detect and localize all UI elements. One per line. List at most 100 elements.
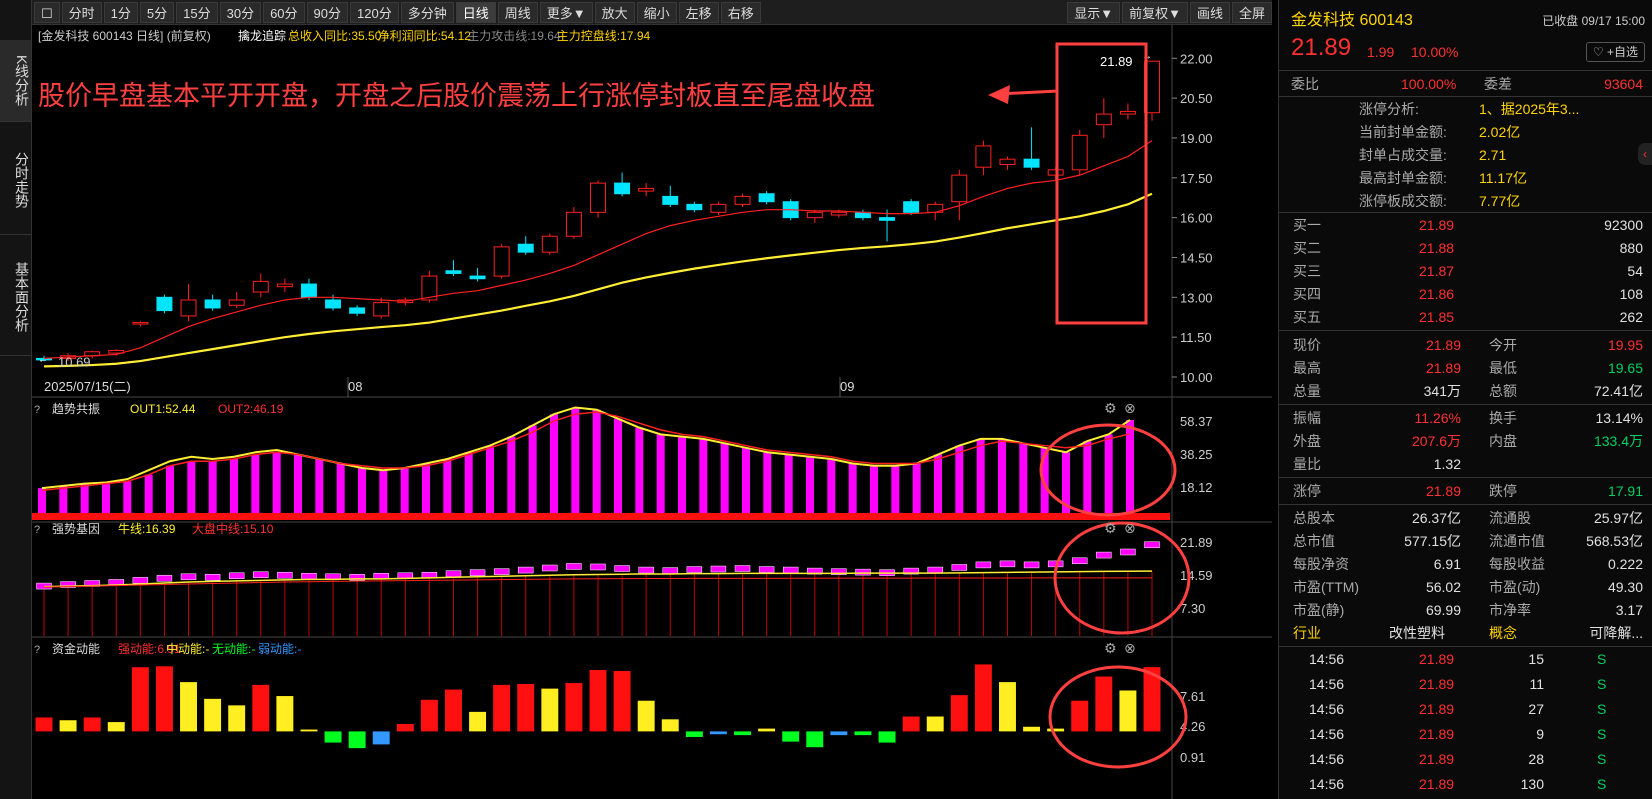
candle-body-27 xyxy=(686,203,703,211)
period-button-1[interactable]: 1分 xyxy=(103,1,138,23)
p3-bar-18 xyxy=(469,711,487,732)
panel3-l3: 无动能:- xyxy=(212,642,255,656)
limit-info-value-0: 1、据2025年3... xyxy=(1479,101,1580,117)
candle-body-25 xyxy=(638,187,655,192)
p2-box-11 xyxy=(301,573,317,580)
period-button-10[interactable]: 周线 xyxy=(497,1,538,23)
stats3-value2-0: 17.91 xyxy=(1607,483,1643,499)
stats1-label1-0: 现价 xyxy=(1293,337,1321,353)
candle-body-39 xyxy=(975,145,992,168)
header-item-3: 主力控盘线:17.94 xyxy=(557,28,651,43)
toolbar-right-button-0[interactable]: 显示▼ xyxy=(1067,1,1121,23)
low-price-arrow-icon: ← xyxy=(38,355,48,366)
stats2-label1-2: 量比 xyxy=(1293,456,1321,472)
p3-bar-35 xyxy=(878,731,896,743)
p2-box-19 xyxy=(493,568,510,575)
period-button-3[interactable]: 15分 xyxy=(176,1,218,23)
p3-bar-41 xyxy=(1023,726,1041,732)
stats2-row-1: 外盘 207.6万 内盘 133.4万 xyxy=(1279,429,1652,453)
period-button-11[interactable]: 更多▼ xyxy=(539,1,593,23)
period-button-4[interactable]: 30分 xyxy=(219,1,262,23)
panel1-out2: OUT2:46.19 xyxy=(218,402,284,416)
limit-info-label-0: 涨停分析: xyxy=(1359,101,1419,117)
p3-bar-12 xyxy=(324,731,342,743)
trade-price-3: 21.89 xyxy=(1419,726,1455,742)
candle-body-22 xyxy=(565,211,582,237)
p1-bar-18 xyxy=(422,463,430,515)
p3-bar-0 xyxy=(35,717,53,732)
bid-row-3: 买四 21.86 108 xyxy=(1279,282,1652,306)
toolbar-right-button-3[interactable]: 全屏 xyxy=(1231,1,1272,23)
trade-volume-0: 15 xyxy=(1528,651,1544,667)
kline-chart[interactable]: [金发科技 600143 日线] (前复权) 擒龙追踪 总收入同比:35.50净利润… xyxy=(32,25,1272,799)
period-button-8[interactable]: 多分钟 xyxy=(400,1,454,23)
p1-bar-24 xyxy=(550,414,558,515)
quote-separator-0 xyxy=(1279,70,1652,71)
stats1-value2-2: 72.41亿 xyxy=(1593,383,1643,399)
bid-label-1: 买二 xyxy=(1293,240,1321,256)
stats1-label1-2: 总量 xyxy=(1293,383,1321,399)
trade-row-2: 14:56 21.89 27 S xyxy=(1279,697,1652,721)
p1-bar-1 xyxy=(59,485,68,515)
p3-bar-42 xyxy=(1047,728,1065,732)
candle-body-7 xyxy=(204,299,221,309)
period-button-5[interactable]: 60分 xyxy=(263,1,305,23)
stats4-label1-1: 总市值 xyxy=(1293,533,1335,549)
layout-toggle-icon[interactable]: ☐ xyxy=(34,1,60,23)
tab-kline[interactable]: K线分析 xyxy=(0,40,31,122)
p3-bar-40 xyxy=(999,682,1016,732)
period-button-0[interactable]: 分时 xyxy=(61,1,102,23)
bid-label-0: 买一 xyxy=(1293,217,1321,233)
p1-bar-33 xyxy=(742,447,750,515)
annotation-text: 股价早盘基本平开开盘，开盘之后股价震荡上行涨停封板直至尾盘收盘 xyxy=(38,81,875,111)
concept-link[interactable]: 概念 xyxy=(1489,621,1517,645)
period-button-13[interactable]: 缩小 xyxy=(636,1,677,23)
stats1-value1-2: 341万 xyxy=(1423,383,1461,399)
add-watchlist-button[interactable]: ♡ +自选 xyxy=(1585,42,1645,62)
stats4-value1-4: 69.99 xyxy=(1425,602,1461,618)
bid-row-0: 买一 21.89 92300 xyxy=(1279,213,1652,237)
p1-bar-16 xyxy=(379,470,388,515)
toolbar-right-button-1[interactable]: 前复权▼ xyxy=(1122,1,1188,23)
weibi-value: 100.00% xyxy=(1401,76,1457,92)
industry-link[interactable]: 行业 xyxy=(1293,621,1321,645)
stats4-value1-1: 577.15亿 xyxy=(1404,533,1461,549)
p3-bar-24 xyxy=(613,670,631,732)
period-button-12[interactable]: 放大 xyxy=(594,1,635,23)
p2-tick-1: 14.59 xyxy=(1180,568,1213,583)
period-button-14[interactable]: 左移 xyxy=(678,1,719,23)
stats4-value2-0: 25.97亿 xyxy=(1593,510,1643,526)
candle-body-44 xyxy=(1095,113,1112,126)
stats1-label2-2: 总额 xyxy=(1489,383,1517,399)
p3-bar-38 xyxy=(950,695,968,732)
stats1-value2-0: 19.95 xyxy=(1607,337,1643,353)
p1-tick-2: 18.12 xyxy=(1180,480,1213,495)
p1-bar-49 xyxy=(1083,441,1092,515)
current-price: 21.89 xyxy=(1291,34,1352,61)
period-button-6[interactable]: 90分 xyxy=(306,1,349,23)
stats2-value1-0: 11.26% xyxy=(1414,410,1461,426)
price-tick-6: 13.00 xyxy=(1180,290,1213,305)
stats4-value2-3: 49.30 xyxy=(1607,579,1643,595)
p1-bar-40 xyxy=(891,465,900,515)
toolbar-right-button-2[interactable]: 画线 xyxy=(1189,1,1230,23)
panel-collapse-icon[interactable]: ‹ xyxy=(1638,143,1652,165)
candle-body-11 xyxy=(300,283,317,298)
panel3-l4: 弱动能:- xyxy=(258,642,301,656)
p3-bar-23 xyxy=(589,670,607,732)
tab-fundamentals[interactable]: 基本面分析 xyxy=(0,238,31,356)
tab-intraday[interactable]: 分时走势 xyxy=(0,125,31,235)
trade-volume-4: 28 xyxy=(1528,751,1544,767)
p2-box-10 xyxy=(277,571,293,579)
period-button-15[interactable]: 右移 xyxy=(720,1,761,23)
period-button-9[interactable]: 日线 xyxy=(455,1,496,23)
stats2-value2-0: 13.14% xyxy=(1595,410,1643,426)
period-button-2[interactable]: 5分 xyxy=(139,1,175,23)
candle-body-9 xyxy=(252,280,269,293)
trade-side-4: S xyxy=(1597,751,1607,767)
candle-body-10 xyxy=(276,283,293,288)
period-button-7[interactable]: 120分 xyxy=(350,1,399,23)
trade-volume-5: 130 xyxy=(1520,776,1544,792)
candle-body-40 xyxy=(999,158,1016,166)
p1-bar-39 xyxy=(870,465,878,515)
